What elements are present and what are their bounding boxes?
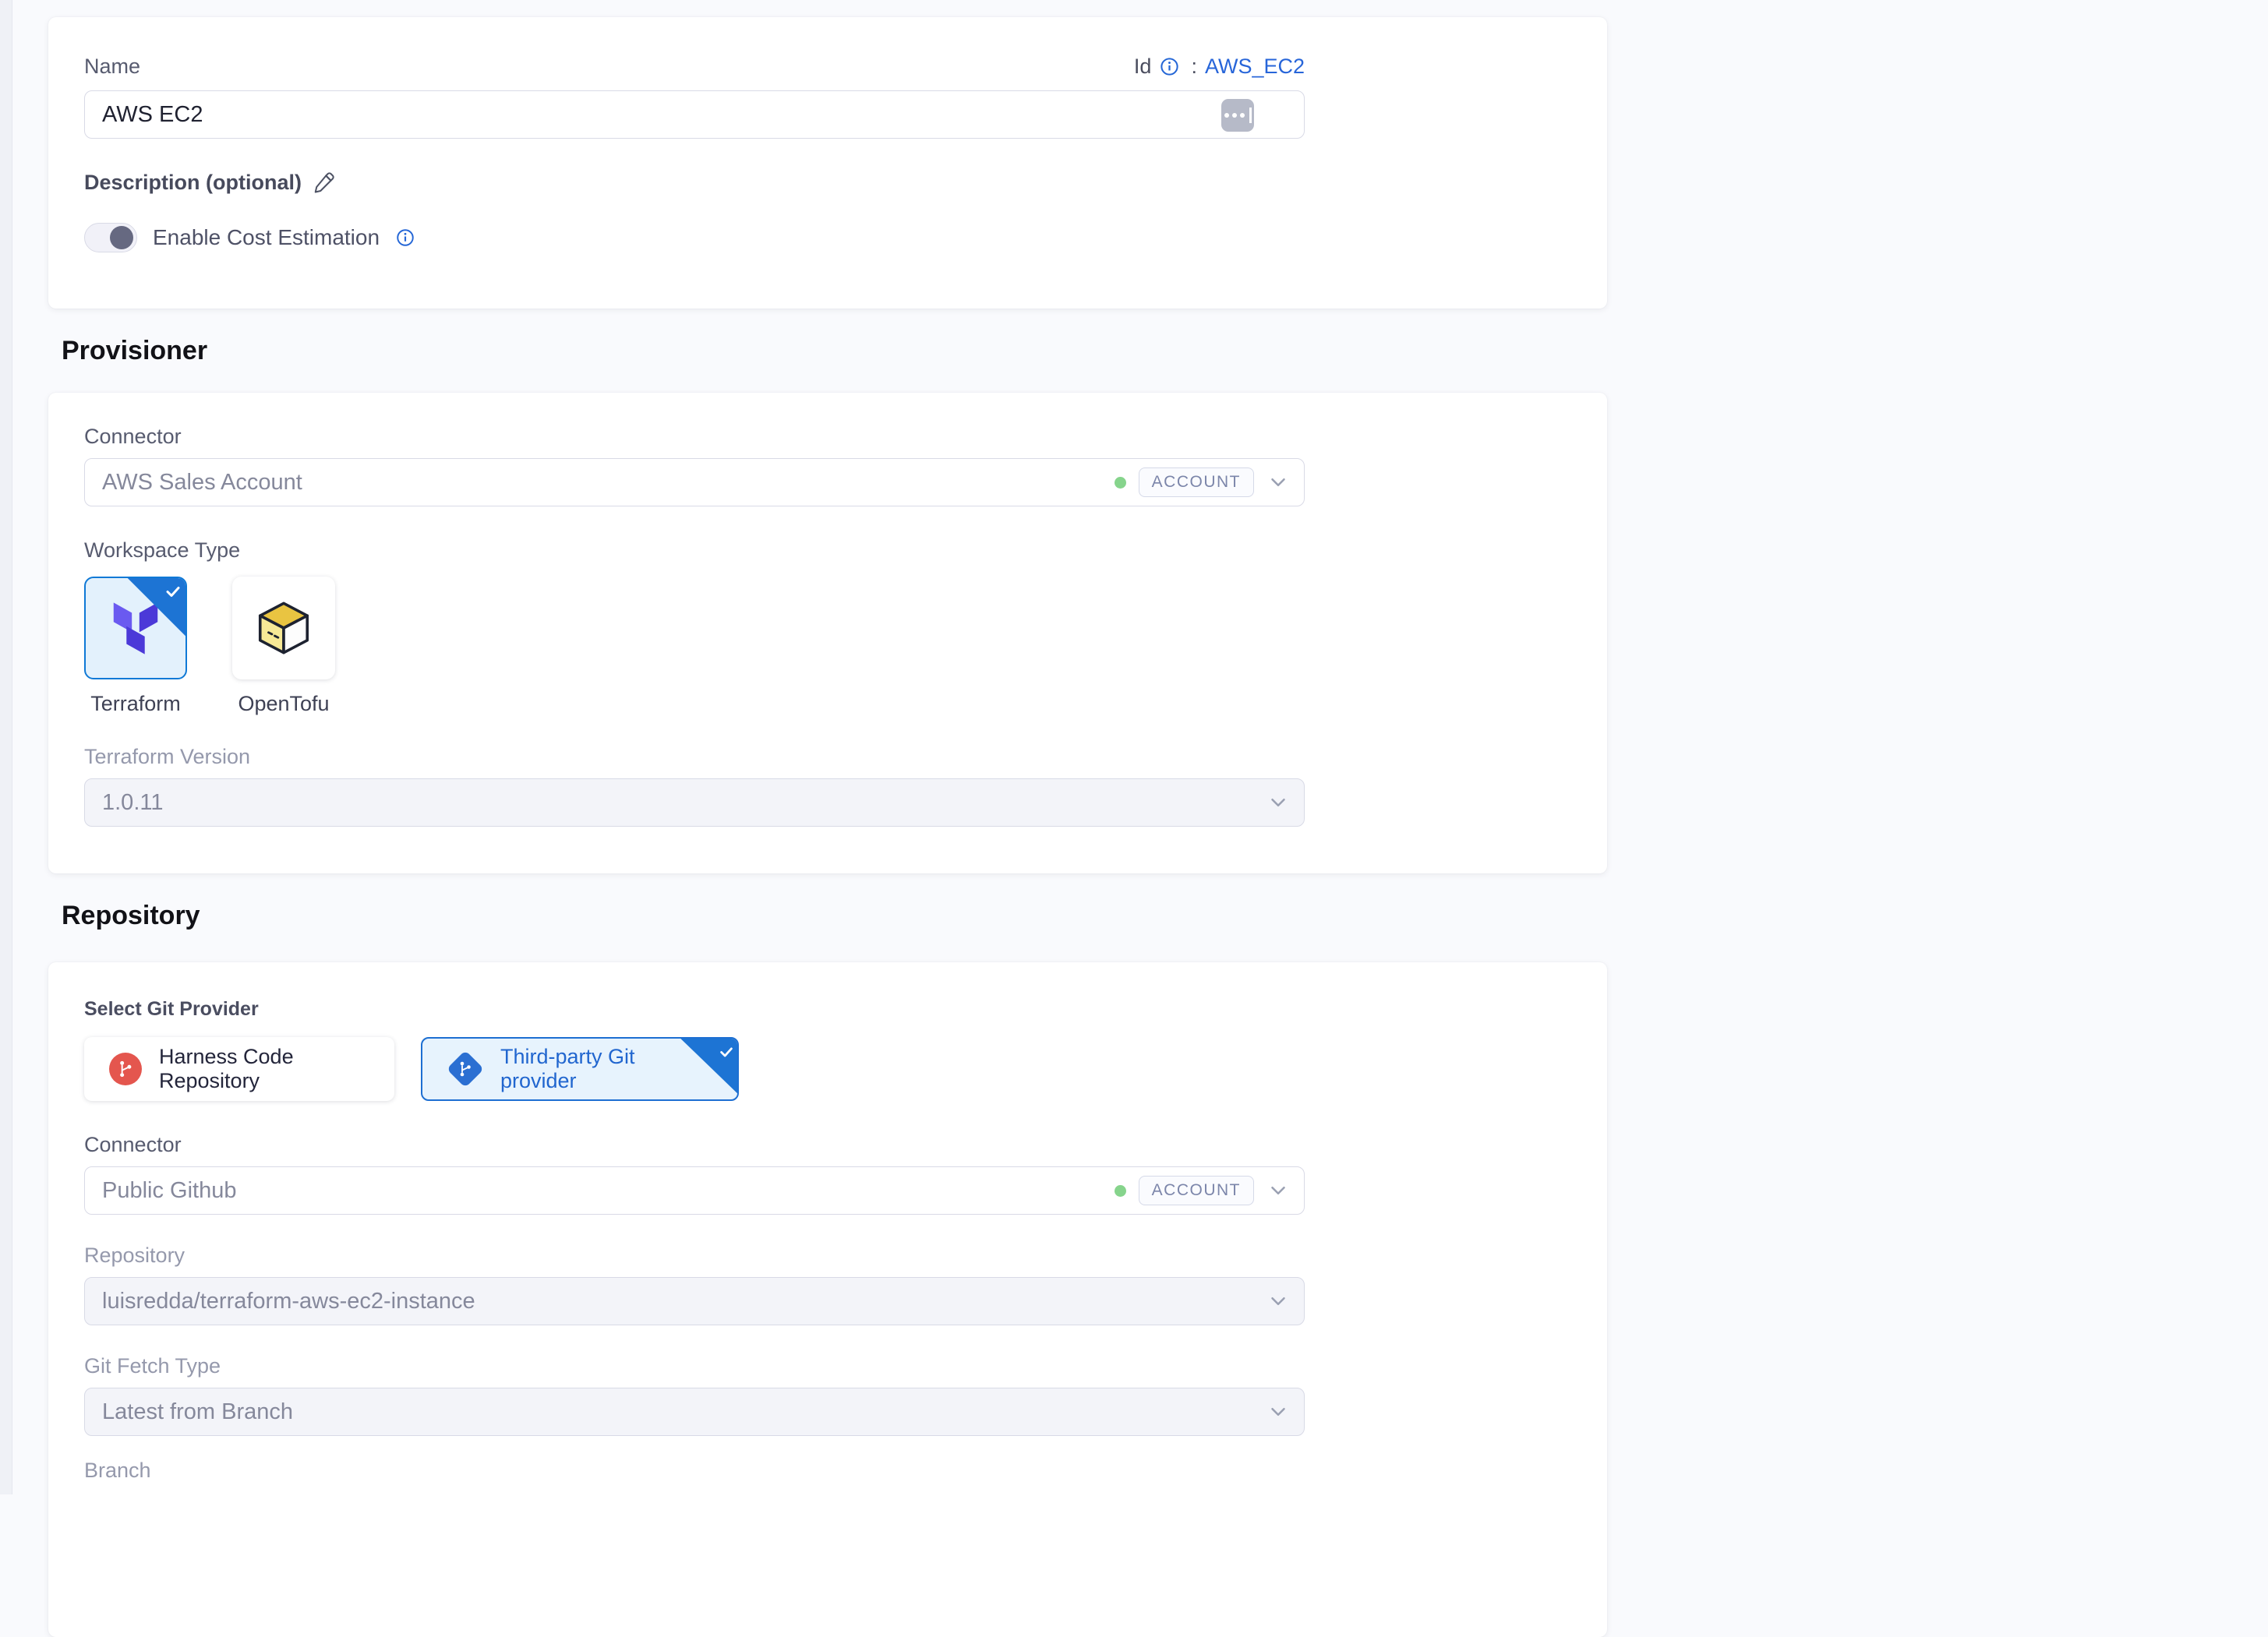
name-input[interactable]: AWS EC2 bbox=[84, 90, 1305, 139]
terraform-version-select[interactable]: 1.0.11 bbox=[84, 778, 1305, 827]
left-panel-edge bbox=[0, 0, 12, 1494]
chevron-down-icon bbox=[1266, 1179, 1290, 1202]
scope-badge: ACCOUNT bbox=[1139, 467, 1254, 497]
name-label: Name bbox=[84, 55, 140, 77]
chevron-down-icon bbox=[1266, 1400, 1290, 1424]
harness-code-icon bbox=[109, 1053, 142, 1085]
cost-estimation-info-icon[interactable] bbox=[395, 228, 415, 248]
terraform-tile-label: Terraform bbox=[84, 692, 187, 716]
cost-estimation-toggle[interactable] bbox=[84, 223, 137, 252]
repository-value: luisredda/terraform-aws-ec2-instance bbox=[102, 1289, 475, 1314]
repository-card: Select Git Provider Harness Code Reposit… bbox=[48, 962, 1607, 1637]
git-provider-label: Select Git Provider bbox=[84, 998, 1305, 1020]
repository-field-label: Repository bbox=[84, 1244, 1305, 1266]
opentofu-tile-label: OpenTofu bbox=[232, 692, 335, 716]
provisioner-card: Connector AWS Sales Account ACCOUNT Work… bbox=[48, 393, 1607, 873]
workspace-type-opentofu[interactable] bbox=[232, 577, 335, 679]
connector-value: Public Github bbox=[102, 1178, 237, 1204]
connector-status-dot bbox=[1115, 477, 1126, 489]
repository-connector-select[interactable]: Public Github ACCOUNT bbox=[84, 1166, 1305, 1215]
git-fetch-type-label: Git Fetch Type bbox=[84, 1355, 1305, 1377]
chevron-down-icon bbox=[1266, 791, 1290, 814]
provider-harness-code[interactable]: Harness Code Repository bbox=[84, 1037, 394, 1101]
workspace-config-page: Name Id : AWS_EC2 AWS EC2 bbox=[48, 0, 1607, 1637]
workspace-details-card: Name Id : AWS_EC2 AWS EC2 bbox=[48, 17, 1607, 309]
repository-select[interactable]: luisredda/terraform-aws-ec2-instance bbox=[84, 1277, 1305, 1325]
provisioner-connector-select[interactable]: AWS Sales Account ACCOUNT bbox=[84, 458, 1305, 506]
description-label: Description (optional) bbox=[84, 171, 302, 195]
connector-label: Connector bbox=[84, 425, 1305, 447]
id-label: Id bbox=[1134, 55, 1152, 79]
git-icon bbox=[447, 1050, 484, 1088]
workspace-type-label: Workspace Type bbox=[84, 539, 1305, 561]
workspace-id: Id : AWS_EC2 bbox=[1134, 55, 1305, 79]
git-fetch-type-select[interactable]: Latest from Branch bbox=[84, 1388, 1305, 1436]
toggle-knob bbox=[110, 226, 133, 249]
provider-third-party-git[interactable]: Third-party Git provider bbox=[421, 1037, 739, 1101]
terraform-version-value: 1.0.11 bbox=[102, 790, 163, 816]
terraform-logo-icon bbox=[111, 602, 160, 655]
workspace-id-link[interactable]: AWS_EC2 bbox=[1205, 55, 1305, 79]
edit-pencil-icon[interactable] bbox=[313, 171, 336, 194]
cost-estimation-label: Enable Cost Estimation bbox=[153, 225, 380, 250]
workspace-type-terraform[interactable] bbox=[84, 577, 187, 679]
branch-label: Branch bbox=[84, 1459, 1305, 1481]
repository-heading: Repository bbox=[62, 900, 1607, 931]
name-input-value: AWS EC2 bbox=[102, 102, 203, 128]
provider-third-party-label: Third-party Git provider bbox=[500, 1045, 712, 1093]
connector-value: AWS Sales Account bbox=[102, 470, 302, 496]
chevron-down-icon bbox=[1266, 1289, 1290, 1313]
scope-badge: ACCOUNT bbox=[1139, 1176, 1254, 1205]
provisioner-heading: Provisioner bbox=[62, 335, 1607, 366]
runtime-input-icon[interactable] bbox=[1221, 99, 1254, 132]
terraform-version-label: Terraform Version bbox=[84, 746, 1305, 767]
git-fetch-type-value: Latest from Branch bbox=[102, 1399, 293, 1425]
connector-label: Connector bbox=[84, 1134, 1305, 1155]
chevron-down-icon bbox=[1266, 471, 1290, 494]
provider-harness-label: Harness Code Repository bbox=[159, 1045, 369, 1093]
connector-status-dot bbox=[1115, 1185, 1126, 1197]
id-info-icon[interactable] bbox=[1159, 56, 1180, 77]
id-colon: : bbox=[1191, 55, 1197, 79]
opentofu-logo-icon bbox=[256, 600, 312, 656]
